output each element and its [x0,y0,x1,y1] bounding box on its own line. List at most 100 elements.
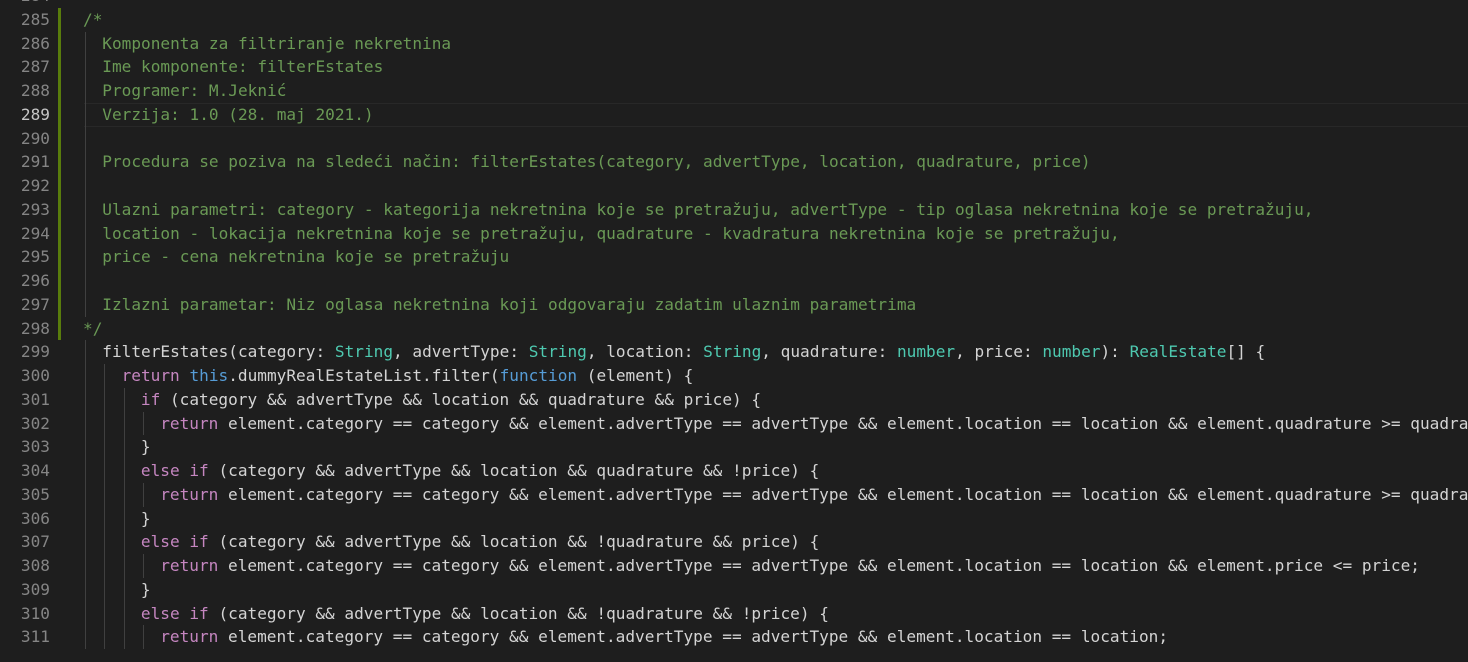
code-token: filterEstates [102,342,229,362]
code-token: ( [208,461,229,480]
code-token: && ! [702,603,752,623]
line-number: 311 [20,627,50,647]
code-line[interactable]: 310 else if (category && advertType && lo… [0,601,1468,626]
code-token: location [431,389,510,409]
code-line[interactable]: 298 */ [0,316,1468,341]
code-line[interactable]: 287 Ime komponente: filterEstates [0,55,1468,79]
code-line[interactable]: 300 return this.dummyRealEstateList.filte… [0,364,1468,388]
code-line[interactable]: 292 [0,174,1468,198]
indent-guide [142,482,144,507]
line-number: 306 [20,508,50,528]
git-change-indicator[interactable] [58,316,61,341]
line-number: 308 [20,556,50,575]
code-token: && [848,627,887,647]
code-token: location [1080,627,1159,647]
git-change-indicator[interactable] [58,7,61,32]
code-line[interactable]: 306} [0,506,1468,531]
line-number: 287 [20,57,50,77]
code-token: . [422,366,432,385]
code-token: String [703,342,762,362]
code-token: location [964,556,1043,575]
git-change-indicator[interactable] [58,221,61,246]
indent-guide [85,411,86,436]
code-token: location [964,413,1043,433]
code-line[interactable]: 299 filterEstates(category: String, adver… [0,340,1468,364]
code-token: element [538,484,606,504]
indent-guide [142,554,144,578]
git-change-indicator[interactable] [58,245,61,269]
code-token: price [974,342,1023,362]
code-token: . [1264,484,1275,504]
code-token: element [228,413,296,433]
code-line[interactable]: 286 Komponenta za filtriranje nekretnina [0,31,1468,56]
code-line[interactable]: 308 return element.category == category &… [0,554,1468,578]
code-token: element [538,627,606,647]
code-text: } [141,507,151,531]
code-text: Ulazni parametri: category - kategorija … [102,198,1313,222]
code-line[interactable]: 295 price - cena nekretnina koje se pretr… [0,245,1468,269]
code-token: quadrature [606,532,703,552]
code-line[interactable]: 294 location - lokacija nekretnina koje s… [0,221,1468,246]
code-line[interactable]: 305 return element.category == category &… [0,482,1468,507]
code-token: number [1042,342,1101,362]
code-token: . [605,413,616,433]
indent-guide [123,411,125,436]
code-line[interactable]: 289 Verzija: 1.0 (28. maj 2021.) [0,102,1468,127]
git-change-indicator[interactable] [58,150,61,174]
code-line[interactable]: 301 if (category && advertType && locatio… [0,387,1468,412]
code-line[interactable]: 290 [0,126,1468,151]
code-text: return this.dummyRealEstateList.filter(f… [122,364,694,388]
code-token: return [160,627,219,647]
indent-guide [85,221,86,246]
code-token: category [421,484,500,504]
code-token: category [305,627,384,647]
code-line[interactable]: 304 else if (category && advertType && lo… [0,459,1468,483]
line-number: 301 [20,389,50,409]
line-number: 284 [0,0,50,8]
code-token: quadrature [1274,484,1372,504]
code-text: location - lokacija nekretnina koje se p… [102,222,1119,246]
code-line[interactable]: 288 Programer: M.Jeknić [0,79,1468,103]
code-editor[interactable]: 284285 /* 286 Komponenta za filtriranje nek… [0,0,1468,662]
git-change-indicator[interactable] [58,102,61,127]
code-line[interactable]: 297 Izlazni parametar: Niz oglasa nekretn… [0,292,1468,317]
code-token: } [140,437,151,457]
code-line[interactable]: 291 Procedura se poziva na sledeći način:… [0,150,1468,174]
code-line[interactable]: 296 [0,269,1468,293]
code-token: && [848,413,887,433]
code-token: advertType [344,532,442,552]
indent-guide [123,435,125,459]
code-token: && [441,603,481,623]
git-change-indicator[interactable] [58,31,61,56]
code-text: /* [83,8,102,32]
code-line[interactable]: 302 return element.category == category &… [0,411,1468,436]
git-change-indicator[interactable] [58,174,61,198]
code-token: && [499,484,539,504]
code-line[interactable]: 285 /* [0,7,1468,32]
git-change-indicator[interactable] [58,197,61,222]
indent-guide [85,126,86,151]
code-line[interactable]: 311 return element.category == category &… [0,625,1468,649]
code-token: && [441,532,481,552]
code-token: ) { [664,366,694,385]
code-line[interactable]: 284 [0,0,1468,8]
code-line[interactable]: 293 Ulazni parametri: category - kategori… [0,197,1468,222]
indent-guide [85,577,86,602]
code-line[interactable]: 307 else if (category && advertType && lo… [0,530,1468,554]
indent-guide [85,435,86,459]
code-line[interactable]: 309} [0,577,1468,602]
code-token: advertType [412,342,510,362]
code-token: . [1264,413,1275,433]
code-token: : [1022,342,1043,362]
git-change-indicator[interactable] [58,292,61,317]
git-change-indicator[interactable] [58,55,61,79]
line-number: 293 [20,199,50,219]
code-token: ( [160,389,180,409]
git-change-indicator[interactable] [58,269,61,293]
code-token: else [140,532,180,552]
git-change-indicator[interactable] [58,79,61,103]
code-line[interactable]: 303} [0,435,1468,459]
code-token: if [189,603,209,623]
git-change-indicator[interactable] [58,126,61,151]
